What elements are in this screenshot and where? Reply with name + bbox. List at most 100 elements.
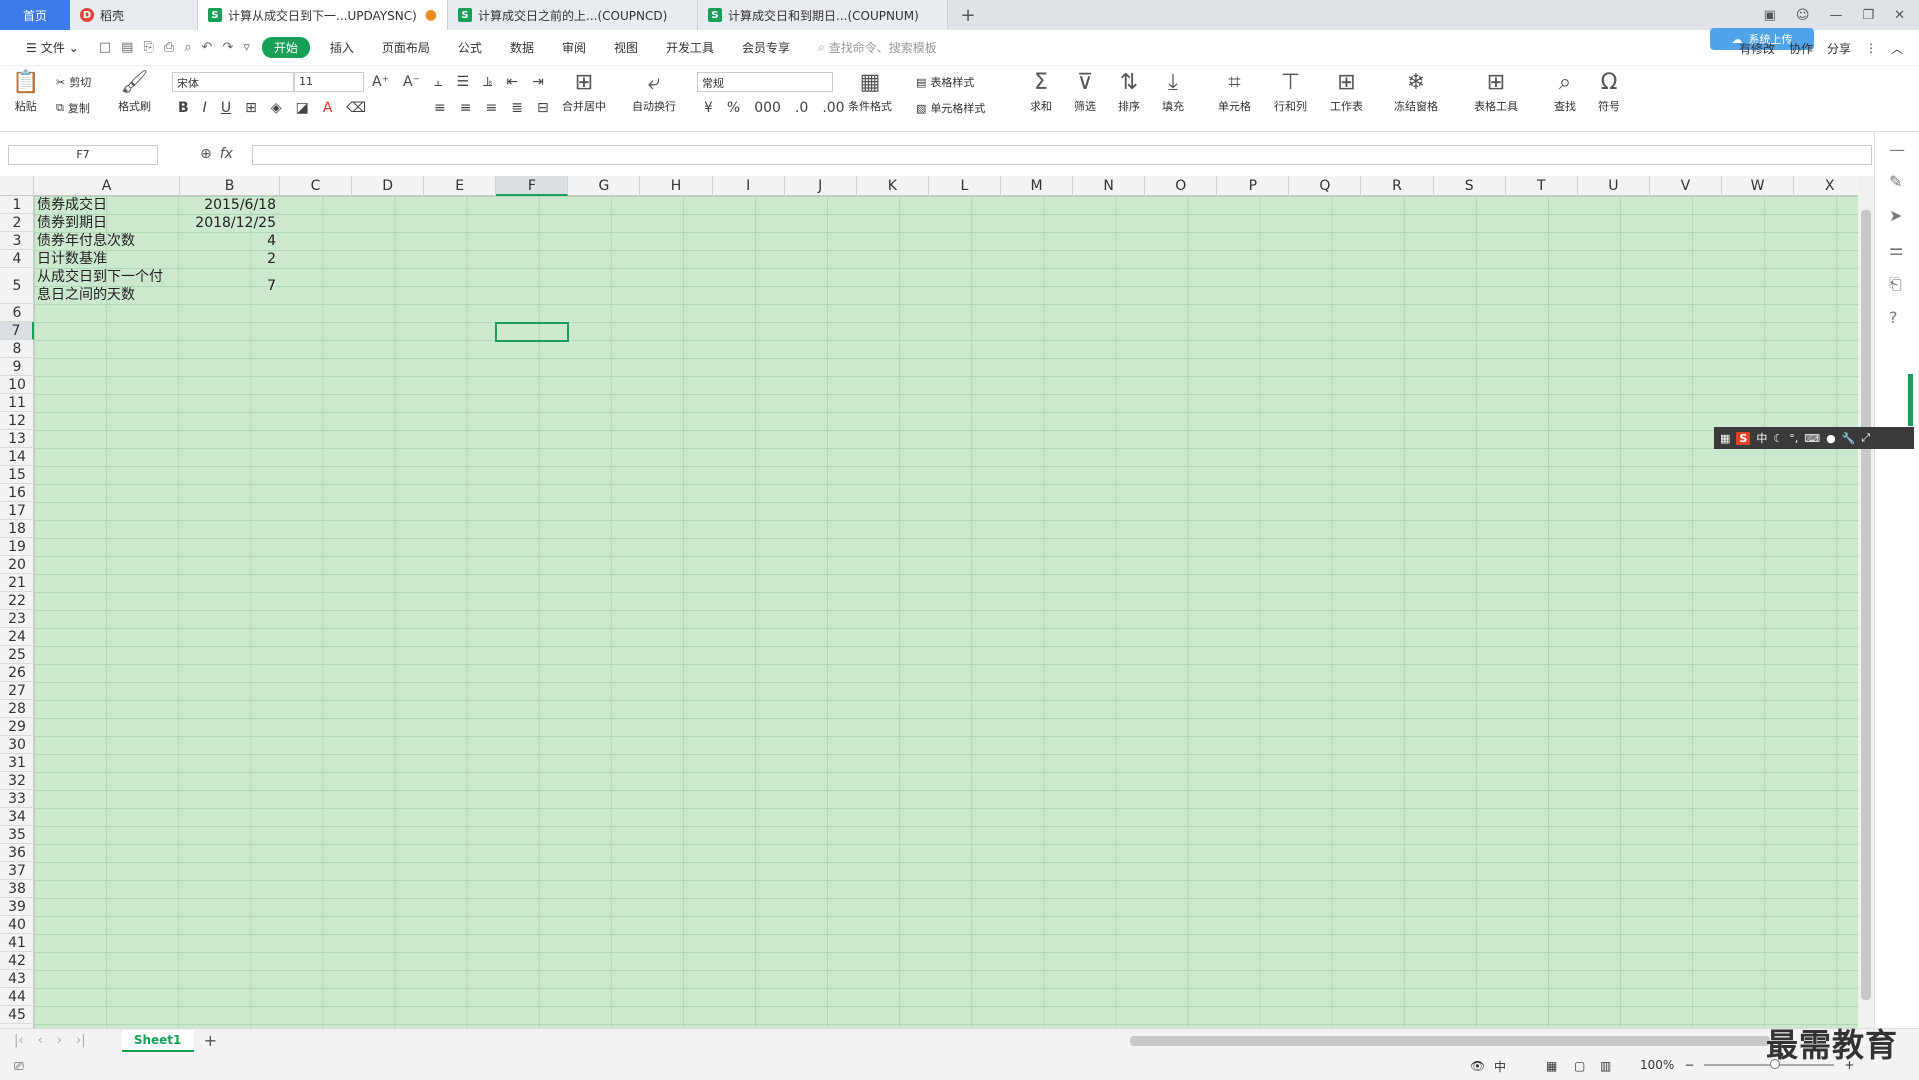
row-header-8[interactable]: 8: [0, 340, 34, 358]
row-header-9[interactable]: 9: [0, 358, 34, 376]
row-header-36[interactable]: 36: [0, 844, 34, 862]
cell-B4[interactable]: 2: [180, 250, 276, 268]
row-header-24[interactable]: 24: [0, 628, 34, 646]
menu-tab-view[interactable]: 视图: [600, 39, 652, 56]
row-header-30[interactable]: 30: [0, 736, 34, 754]
zoom-out-icon[interactable]: −: [1684, 1058, 1694, 1072]
row-header-15[interactable]: 15: [0, 466, 34, 484]
zoom-level[interactable]: 100%: [1640, 1058, 1674, 1072]
fx-icon[interactable]: ⊕ fx: [200, 146, 233, 162]
indent-increase-icon[interactable]: ⇥: [532, 74, 544, 90]
first-sheet-icon[interactable]: |‹: [14, 1033, 24, 1048]
increase-decimal-icon[interactable]: .0: [795, 100, 808, 116]
preview-icon[interactable]: ⌕: [184, 40, 191, 55]
cell-B1[interactable]: 2015/6/18: [180, 196, 276, 214]
close-icon[interactable]: ✕: [1894, 8, 1905, 23]
name-box[interactable]: F7: [8, 145, 158, 165]
currency-icon[interactable]: ¥: [704, 100, 713, 116]
row-header-41[interactable]: 41: [0, 934, 34, 952]
copy-button[interactable]: ⧉ 复制: [56, 100, 90, 116]
conditional-format-button[interactable]: ▦ 条件格式: [848, 70, 892, 114]
row-header-43[interactable]: 43: [0, 970, 34, 988]
punctuation-icon[interactable]: °,: [1789, 432, 1798, 445]
new-icon[interactable]: □: [99, 40, 111, 55]
row-header-26[interactable]: 26: [0, 664, 34, 682]
column-header-O[interactable]: O: [1145, 176, 1218, 196]
next-sheet-icon[interactable]: ›: [57, 1033, 62, 1048]
eye-icon[interactable]: 👁: [1470, 1059, 1485, 1073]
ime-toolbar[interactable]: ▦ S 中 ☾ °, ⌨ ● 🔧 ⤢: [1714, 427, 1914, 449]
collab-button[interactable]: 协作: [1789, 40, 1813, 57]
cell-B5[interactable]: 7: [180, 277, 276, 295]
user-icon[interactable]: ●: [1826, 432, 1836, 445]
wrench-icon[interactable]: 🔧: [1842, 432, 1856, 445]
undo-icon[interactable]: ↶: [202, 40, 213, 55]
merge-center-button[interactable]: ⊞ 合并居中: [562, 70, 606, 114]
align-bottom-icon[interactable]: ⫡: [483, 74, 492, 90]
symbol-button[interactable]: Ω 符号: [1598, 70, 1620, 114]
column-header-M[interactable]: M: [1001, 176, 1074, 196]
page-break-view-icon[interactable]: ▥: [1600, 1059, 1611, 1073]
add-sheet-button[interactable]: +: [204, 1031, 217, 1050]
align-right-icon[interactable]: ≡: [485, 100, 497, 116]
column-header-N[interactable]: N: [1073, 176, 1146, 196]
align-middle-icon[interactable]: ☰: [456, 74, 469, 90]
table-tools-button[interactable]: ⊞ 表格工具: [1474, 70, 1518, 114]
thousands-icon[interactable]: 000: [754, 100, 781, 116]
column-header-V[interactable]: V: [1650, 176, 1722, 196]
font-name-select[interactable]: 宋体: [172, 72, 294, 92]
row-header-19[interactable]: 19: [0, 538, 34, 556]
column-header-R[interactable]: R: [1362, 176, 1434, 196]
export-icon[interactable]: ⎘: [143, 40, 153, 55]
eraser-icon[interactable]: ⌫: [346, 100, 366, 116]
wrap-text-button[interactable]: ⤶ 自动换行: [632, 70, 676, 114]
minimize-icon[interactable]: —: [1829, 8, 1842, 23]
page-layout-view-icon[interactable]: ▢: [1574, 1059, 1585, 1073]
command-search[interactable]: ⌕ 查找命令、搜索模板: [818, 39, 937, 56]
menu-tab-page-layout[interactable]: 页面布局: [368, 39, 444, 56]
filter-button[interactable]: ⊽ 筛选: [1074, 70, 1096, 114]
find-button[interactable]: ⌕ 查找: [1554, 70, 1576, 114]
horizontal-scroll-thumb[interactable]: [1130, 1036, 1770, 1046]
column-header-K[interactable]: K: [857, 176, 929, 196]
column-header-D[interactable]: D: [352, 176, 425, 196]
row-header-18[interactable]: 18: [0, 520, 34, 538]
column-header-X[interactable]: X: [1794, 176, 1858, 196]
align-top-icon[interactable]: ⫠: [434, 74, 442, 90]
column-header-A[interactable]: A: [34, 176, 180, 196]
column-header-P[interactable]: P: [1217, 176, 1290, 196]
restore-icon[interactable]: ❐: [1862, 8, 1874, 23]
select-all-corner[interactable]: [0, 176, 34, 196]
row-header-7[interactable]: 7: [0, 322, 34, 340]
cut-button[interactable]: ✂ 剪切: [56, 74, 91, 90]
redo-icon[interactable]: ↷: [222, 40, 233, 55]
row-header-2[interactable]: 2: [0, 214, 34, 232]
row-header-34[interactable]: 34: [0, 808, 34, 826]
row-header-22[interactable]: 22: [0, 592, 34, 610]
column-header-I[interactable]: I: [713, 176, 785, 196]
share-button[interactable]: 分享: [1827, 40, 1851, 57]
row-header-32[interactable]: 32: [0, 772, 34, 790]
avatar[interactable]: ☺: [1796, 8, 1810, 23]
font-shrink-icon[interactable]: A⁻: [403, 74, 420, 90]
distribute-icon[interactable]: ⊟: [537, 100, 549, 116]
cell-A5-line1[interactable]: 从成交日到下一个付: [37, 268, 163, 286]
row-header-14[interactable]: 14: [0, 448, 34, 466]
table-style-button[interactable]: ▤ 表格样式: [916, 74, 974, 90]
cell-A2[interactable]: 债券到期日: [37, 214, 107, 232]
more-icon[interactable]: ▿: [243, 40, 250, 55]
column-header-T[interactable]: T: [1506, 176, 1578, 196]
row-header-5[interactable]: 5: [0, 268, 34, 304]
row-header-38[interactable]: 38: [0, 880, 34, 898]
worksheet-button[interactable]: ⊞ 工作表: [1330, 70, 1363, 114]
align-center-icon[interactable]: ≡: [460, 100, 472, 116]
row-header-3[interactable]: 3: [0, 232, 34, 250]
vertical-scroll-thumb[interactable]: [1861, 210, 1871, 1000]
row-header-1[interactable]: 1: [0, 196, 34, 214]
menu-tab-insert[interactable]: 插入: [316, 39, 368, 56]
row-header-10[interactable]: 10: [0, 376, 34, 394]
cell-A5-line2[interactable]: 息日之间的天数: [37, 286, 135, 304]
column-header-E[interactable]: E: [424, 176, 497, 196]
menu-tab-data[interactable]: 数据: [496, 39, 548, 56]
row-header-20[interactable]: 20: [0, 556, 34, 574]
